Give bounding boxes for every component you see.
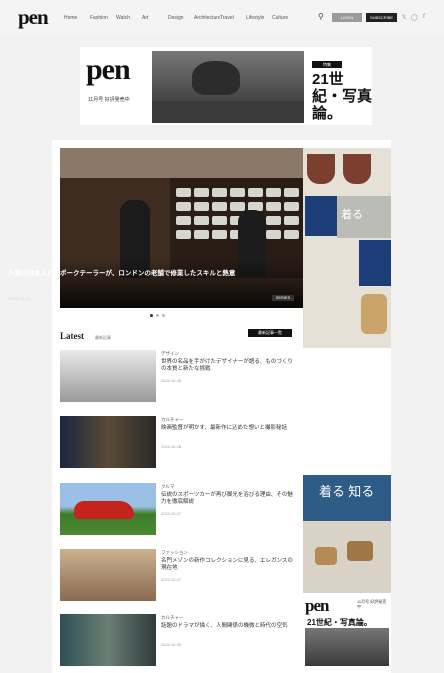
article-thumbnail[interactable] bbox=[60, 416, 156, 468]
article-title[interactable]: 名門メゾンの新作コレクションに見る、エレガンスの現在地 bbox=[161, 558, 295, 572]
nav-item[interactable]: Art bbox=[142, 15, 168, 21]
subscribe-button[interactable]: SUBSCRIBE bbox=[366, 12, 397, 22]
ad-logo: pen bbox=[86, 53, 131, 86]
article-item[interactable]: デザイン 世界の名品を手がけたデザイナーが語る、ものづくりの本質と新たな挑戦 2… bbox=[60, 350, 300, 408]
nav-item[interactable]: Architecture bbox=[194, 15, 220, 21]
hero-title[interactable]: 人気の日本人ビスポークテーラーが、ロンドンの老舗で修業したスキルと熱意 bbox=[8, 270, 238, 278]
article-title[interactable]: 話題のドラマが描く、人間関係の機微と時代の空気 bbox=[161, 623, 295, 630]
article-title[interactable]: 伝説のスポーツカーが再び脚光を浴びる理由、その魅力を徹底解説 bbox=[161, 492, 295, 506]
carousel-dot[interactable] bbox=[156, 314, 159, 317]
article-date: 2024.10.28 bbox=[161, 444, 182, 449]
article-category: デザイン bbox=[161, 351, 179, 356]
instagram-icon[interactable]: ◯ bbox=[411, 14, 418, 21]
nav-item[interactable]: Fashion bbox=[90, 15, 116, 21]
ad-subtitle: 11月号 好評発売中 bbox=[88, 97, 130, 103]
side-ad-3[interactable]: pen 11月号 好評発売中 21世紀・写真論。 bbox=[303, 595, 391, 669]
ad-tag: 特集 bbox=[312, 61, 342, 68]
side-ad[interactable]: 着る bbox=[303, 148, 391, 348]
nav-item[interactable]: Travel bbox=[220, 15, 246, 21]
article-item[interactable]: クルマ 伝説のスポーツカーが再び脚光を浴びる理由、その魅力を徹底解説 2024.… bbox=[60, 483, 300, 541]
article-thumbnail[interactable] bbox=[60, 549, 156, 601]
facebook-icon[interactable]: f bbox=[421, 14, 427, 20]
side-ad-2-text: 着る 知る bbox=[319, 484, 375, 499]
article-title[interactable]: 映画監督が明かす、最新作に込めた想いと撮影秘話 bbox=[161, 425, 295, 432]
article-date: 2024.10.28 bbox=[161, 378, 182, 383]
carousel-dots bbox=[150, 314, 165, 317]
side-ad-text: 着る bbox=[341, 209, 363, 221]
latest-heading: Latest bbox=[60, 331, 84, 341]
banner-ad[interactable]: pen 11月号 好評発売中 特集 21世紀・写真論。 bbox=[80, 47, 372, 125]
side-ad-3-title: 21世紀・写真論。 bbox=[307, 618, 372, 627]
search-icon[interactable]: ⚲ bbox=[318, 12, 328, 22]
hero-date: 2024.10.28 bbox=[8, 296, 31, 301]
nav-item[interactable]: Culture bbox=[272, 15, 298, 21]
login-button[interactable]: LOGIN bbox=[332, 12, 362, 22]
latest-subheading: 最新記事 bbox=[95, 335, 111, 340]
article-thumbnail[interactable] bbox=[60, 483, 156, 535]
nav-item[interactable]: Lifestyle bbox=[246, 15, 272, 21]
side-ad-3-logo: pen bbox=[305, 596, 329, 615]
article-date: 2024.10.27 bbox=[161, 511, 182, 516]
x-icon[interactable]: 𝕏 bbox=[401, 14, 407, 21]
article-date: 2024.10.27 bbox=[161, 577, 182, 582]
carousel-dot[interactable] bbox=[150, 314, 153, 317]
article-category: カルチャー bbox=[161, 417, 184, 422]
hero-slide[interactable] bbox=[60, 148, 303, 308]
article-category: クルマ bbox=[161, 484, 175, 489]
view-all-button[interactable]: 最新記事一覧 bbox=[248, 329, 292, 337]
article-category: カルチャー bbox=[161, 615, 184, 620]
ad-photo bbox=[152, 51, 304, 123]
article-category: ファッション bbox=[161, 550, 188, 555]
main-nav: Home Fashion Watch Art Design Architectu… bbox=[64, 15, 298, 21]
nav-item[interactable]: Design bbox=[168, 15, 194, 21]
article-thumbnail[interactable] bbox=[60, 614, 156, 666]
side-ad-3-tag: 11月号 好評発売中 bbox=[357, 599, 387, 609]
nav-item[interactable]: Watch bbox=[116, 15, 142, 21]
article-item[interactable]: カルチャー 話題のドラマが描く、人間関係の機微と時代の空気 2024.10.26 bbox=[60, 614, 300, 672]
carousel-dot[interactable] bbox=[162, 314, 165, 317]
article-date: 2024.10.26 bbox=[161, 642, 182, 647]
article-title[interactable]: 世界の名品を手がけたデザイナーが語る、ものづくりの本質と新たな挑戦 bbox=[161, 359, 295, 373]
side-ad-3-photo bbox=[305, 628, 389, 666]
site-logo[interactable]: pen bbox=[18, 7, 49, 28]
ad-title: 21世紀・写真論。 bbox=[312, 71, 373, 122]
side-ad-2[interactable]: 着る 知る bbox=[303, 475, 391, 593]
header-actions: ⚲ LOGIN SUBSCRIBE 𝕏 ◯ f bbox=[318, 12, 427, 22]
hero-badge: SERIES bbox=[272, 295, 294, 301]
article-thumbnail[interactable] bbox=[60, 350, 156, 402]
article-item[interactable]: ファッション 名門メゾンの新作コレクションに見る、エレガンスの現在地 2024.… bbox=[60, 549, 300, 607]
nav-item[interactable]: Home bbox=[64, 15, 90, 21]
article-item[interactable]: カルチャー 映画監督が明かす、最新作に込めた想いと撮影秘話 2024.10.28 bbox=[60, 416, 300, 474]
